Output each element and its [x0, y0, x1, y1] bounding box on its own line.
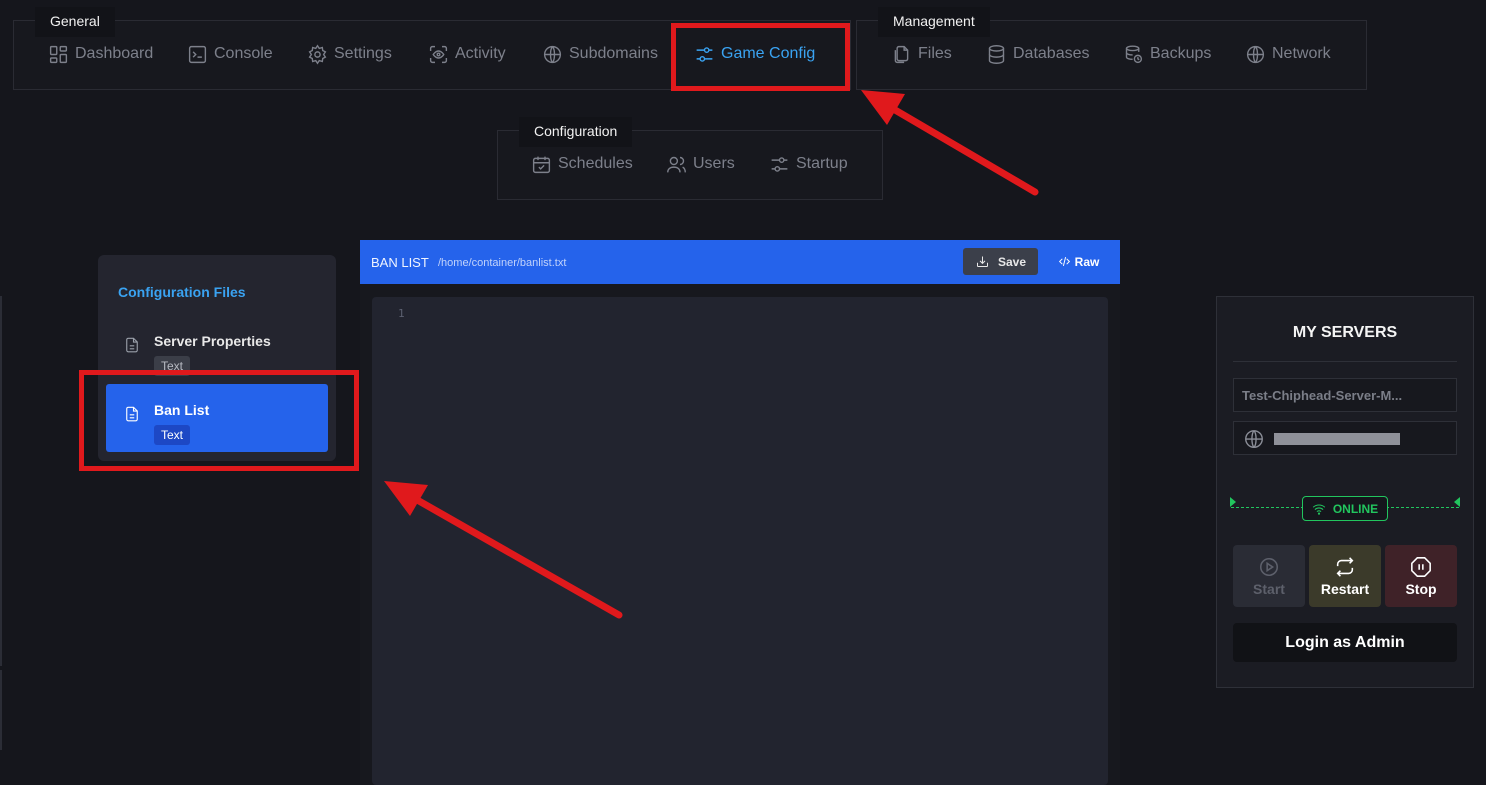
nav-item-label: Backups	[1150, 45, 1212, 62]
file-icon	[126, 406, 138, 422]
file-editor: BAN LIST /home/container/banlist.txt Sav…	[360, 240, 1120, 785]
save-icon	[976, 256, 988, 267]
nav-item-subdomains[interactable]: Subdomains	[542, 43, 658, 65]
nav-item-game-config[interactable]: Game Config	[694, 43, 815, 65]
nav-item-label: Activity	[455, 45, 506, 62]
nav-group-configuration: Configuration Schedules Users Startup	[497, 117, 883, 200]
redacted-address	[1274, 433, 1400, 445]
nav-item-startup[interactable]: Startup	[769, 153, 848, 175]
server-address-field[interactable]	[1233, 421, 1457, 455]
status-text: ONLINE	[1332, 501, 1379, 516]
activity-icon	[429, 45, 448, 63]
nav-item-settings[interactable]: Settings	[307, 43, 392, 65]
nav-item-label: Startup	[796, 155, 848, 172]
nav-item-label: Files	[918, 45, 952, 62]
gear-icon	[308, 43, 327, 65]
config-file-server-properties[interactable]: Server Properties Text	[106, 315, 328, 383]
nav-item-label: Console	[214, 45, 273, 62]
my-servers-title: MY SERVERS	[1292, 324, 1398, 341]
config-file-name: Ban List	[154, 402, 210, 418]
config-file-ban-list[interactable]: Ban List Text	[106, 384, 328, 452]
sliders-icon	[696, 46, 713, 62]
save-button[interactable]: Save	[963, 248, 1038, 275]
stop-icon	[1411, 556, 1431, 577]
editor-header: BAN LIST /home/container/banlist.txt Sav…	[360, 240, 1120, 284]
nav-item-label: Users	[693, 155, 735, 172]
restart-label: Restart	[1320, 580, 1370, 597]
left-edge-divider	[0, 670, 2, 750]
backup-icon	[1125, 44, 1143, 63]
globe-icon	[1245, 430, 1263, 448]
nav-group-label: Management	[878, 7, 990, 37]
nav-group-label: General	[35, 7, 115, 37]
nav-group-label: Configuration	[519, 117, 633, 147]
globe-icon	[1246, 45, 1265, 63]
files-icon	[894, 45, 909, 63]
nav-item-label: Network	[1272, 45, 1331, 62]
nav-item-files[interactable]: Files	[891, 43, 952, 65]
nav-item-network[interactable]: Network	[1245, 43, 1331, 65]
config-file-name: Server Properties	[154, 333, 271, 349]
config-file-type-badge: Text	[154, 356, 191, 376]
nav-item-databases[interactable]: Databases	[986, 43, 1090, 65]
nav-item-label: Databases	[1013, 45, 1090, 62]
wifi-icon	[1312, 504, 1326, 515]
restart-button[interactable]: Restart	[1309, 545, 1381, 607]
console-icon	[188, 45, 207, 63]
server-select[interactable]: Test-Chiphead-Server-M...	[1233, 378, 1457, 412]
dashboard-icon	[49, 45, 68, 63]
arrow-to-game-config	[861, 90, 1039, 196]
divider	[1233, 361, 1457, 362]
nav-group-general: General Dashboard Console Settings Activ…	[13, 7, 851, 90]
start-label: Start	[1253, 580, 1285, 597]
login-as-admin-button[interactable]: Login as Admin	[1233, 623, 1457, 662]
left-edge-divider	[0, 296, 2, 666]
nav-item-label: Schedules	[558, 155, 633, 172]
save-label: Save	[997, 254, 1027, 269]
nav-item-label: Settings	[334, 45, 392, 62]
code-icon	[1058, 257, 1070, 266]
status-line-end	[1230, 497, 1236, 507]
line-number: 1	[398, 307, 405, 320]
nav-item-users[interactable]: Users	[666, 153, 735, 175]
editor-file-path: /home/container/banlist.txt	[438, 257, 567, 269]
raw-label: Raw	[1074, 254, 1100, 269]
nav-item-label: Subdomains	[569, 45, 658, 62]
status-line-end	[1454, 497, 1460, 507]
my-servers-panel: MY SERVERS Test-Chiphead-Server-M... ONL…	[1216, 296, 1474, 688]
raw-button[interactable]: Raw	[1050, 248, 1107, 275]
nav-item-label: Game Config	[721, 45, 816, 62]
nav-item-schedules[interactable]: Schedules	[531, 153, 633, 175]
stop-button[interactable]: Stop	[1385, 545, 1457, 607]
status-badge: ONLINE	[1302, 496, 1388, 521]
nav-item-dashboard[interactable]: Dashboard	[48, 43, 153, 65]
editor-file-name: BAN LIST	[371, 255, 429, 270]
nav-item-console[interactable]: Console	[187, 43, 273, 65]
config-file-type-badge: Text	[154, 425, 191, 445]
nav-group-management: Management Files Databases Backups Netwo…	[856, 7, 1367, 90]
database-icon	[988, 44, 1005, 64]
nav-item-label: Dashboard	[75, 45, 154, 62]
repeat-icon	[1336, 556, 1354, 577]
start-button[interactable]: Start	[1233, 545, 1305, 607]
users-icon	[667, 156, 686, 172]
server-name: Test-Chiphead-Server-M...	[1242, 388, 1403, 403]
play-icon	[1259, 557, 1279, 576]
nav-item-backups[interactable]: Backups	[1123, 43, 1211, 65]
editor-text-area[interactable]: 1	[372, 297, 1108, 785]
calendar-icon	[532, 156, 551, 173]
config-files-title: Configuration Files	[118, 284, 246, 300]
file-icon	[126, 337, 138, 353]
globe-icon	[543, 45, 562, 63]
nav-item-activity[interactable]: Activity	[428, 43, 506, 65]
sliders-icon	[771, 156, 788, 172]
config-files-panel: Configuration Files Server Properties Te…	[98, 255, 336, 461]
stop-label: Stop	[1405, 580, 1437, 597]
